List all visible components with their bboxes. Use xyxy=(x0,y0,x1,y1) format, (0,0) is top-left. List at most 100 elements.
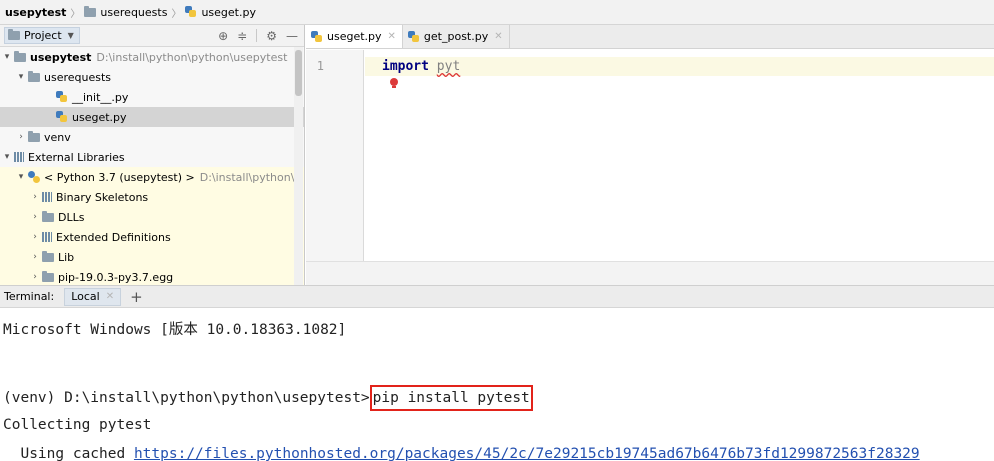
editor-tab-bar: useget.py ✕ get_post.py ✕ xyxy=(306,25,994,49)
highlighted-command: pip install pytest xyxy=(369,385,533,411)
breadcrumb: usepytest 〉 userequests 〉 useget.py xyxy=(0,0,994,25)
library-icon xyxy=(42,232,52,242)
terminal-line-version: Microsoft Windows [版本 10.0.18363.1082] xyxy=(3,322,347,338)
code-line[interactable]: import pyt xyxy=(382,59,460,74)
chevron-right-icon[interactable]: › xyxy=(28,212,42,222)
tree-item-usepytest[interactable]: ▾ usepytest D:\install\python\python\use… xyxy=(0,47,304,67)
tab-get-post-py[interactable]: get_post.py ✕ xyxy=(403,25,510,48)
gear-icon[interactable]: ⚙ xyxy=(266,29,277,43)
tree-item-python-sdk[interactable]: ▾ < Python 3.7 (usepytest) > D:\install\… xyxy=(0,167,304,187)
python-icon xyxy=(28,171,40,183)
project-panel-header: Project ▼ ⊕ ≑ ⚙ — xyxy=(0,25,304,47)
chevron-down-icon: ▼ xyxy=(67,31,74,40)
folder-icon xyxy=(42,210,54,222)
tree-item-binary-skeletons[interactable]: › Binary Skeletons xyxy=(0,187,304,207)
tree-item-label: __init__.py xyxy=(72,90,129,104)
project-view-selector[interactable]: Project ▼ xyxy=(4,27,80,44)
tree-item-pip-egg[interactable]: › pip-19.0.3-py3.7.egg xyxy=(0,267,304,285)
code-unresolved-module: pyt xyxy=(436,59,461,74)
editor-gutter: 1 xyxy=(306,50,364,261)
tree-item-lib[interactable]: › Lib xyxy=(0,247,304,267)
chevron-right-icon[interactable]: › xyxy=(28,272,42,282)
tab-terminal-local[interactable]: Local ✕ xyxy=(64,287,122,306)
library-icon xyxy=(42,192,52,202)
chevron-down-icon[interactable]: ▾ xyxy=(14,172,28,182)
tree-item-label: userequests xyxy=(44,70,112,84)
terminal-line-collecting: Collecting pytest xyxy=(3,417,152,433)
tree-item-label: useget.py xyxy=(72,110,127,124)
tree-item-label: Lib xyxy=(58,250,75,264)
tree-item-label: venv xyxy=(44,130,71,144)
terminal-line-using-cached: Using cached https://files.pythonhosted.… xyxy=(3,446,920,461)
folder-icon xyxy=(14,50,26,62)
tree-item-userequests[interactable]: ▾ userequests xyxy=(0,67,304,87)
tree-item-label: Binary Skeletons xyxy=(56,190,149,204)
tree-item-extended-definitions[interactable]: › Extended Definitions xyxy=(0,227,304,247)
folder-icon xyxy=(28,130,40,142)
terminal-output[interactable]: Microsoft Windows [版本 10.0.18363.1082] (… xyxy=(0,308,994,461)
tree-item-external-libraries[interactable]: ▾ External Libraries xyxy=(0,147,304,167)
terminal-prompt: (venv) D:\install\python\python\usepytes… xyxy=(3,390,370,406)
folder-icon xyxy=(42,250,54,262)
code-editor[interactable]: 1 import pyt xyxy=(306,50,994,261)
chevron-right-icon: 〉 xyxy=(70,8,81,20)
tab-label: useget.py xyxy=(327,30,382,43)
tab-label: Local xyxy=(71,290,100,303)
breadcrumb-label: userequests xyxy=(100,5,168,19)
package-url-link[interactable]: https://files.pythonhosted.org/packages/… xyxy=(134,446,920,461)
add-terminal-icon[interactable]: + xyxy=(130,288,143,306)
tree-item-useget-py[interactable]: useget.py xyxy=(0,107,304,127)
folder-icon xyxy=(8,29,20,40)
python-file-icon xyxy=(311,30,323,43)
terminal-line-command: (venv) D:\install\python\python\usepytes… xyxy=(3,385,533,411)
tree-item-venv[interactable]: › venv xyxy=(0,127,304,147)
collapse-all-icon[interactable]: ≑ xyxy=(237,29,247,43)
python-file-icon xyxy=(56,91,68,103)
tree-item-label: pip-19.0.3-py3.7.egg xyxy=(58,270,174,284)
chevron-right-icon[interactable]: › xyxy=(28,232,42,242)
hide-panel-icon[interactable]: — xyxy=(286,29,298,43)
chevron-right-icon[interactable]: › xyxy=(28,192,42,202)
error-bulb-icon[interactable] xyxy=(390,78,398,88)
python-file-icon xyxy=(56,111,68,123)
chevron-right-icon[interactable]: › xyxy=(28,252,42,262)
locate-icon[interactable]: ⊕ xyxy=(218,29,228,43)
chevron-down-icon[interactable]: ▾ xyxy=(14,72,28,82)
breadcrumb-label: useget.py xyxy=(201,5,256,19)
tree-item-label: DLLs xyxy=(58,210,85,224)
tree-item-init-py[interactable]: __init__.py xyxy=(0,87,304,107)
breadcrumb-item-file[interactable]: useget.py xyxy=(185,0,256,24)
project-panel-title: Project xyxy=(24,29,62,42)
tree-item-label: External Libraries xyxy=(28,150,125,164)
tree-item-dlls[interactable]: › DLLs xyxy=(0,207,304,227)
tree-item-path: D:\install\python\p xyxy=(199,170,302,184)
folder-icon xyxy=(84,5,97,17)
library-icon xyxy=(14,152,24,162)
python-file-icon xyxy=(407,30,420,43)
project-tree: ▾ usepytest D:\install\python\python\use… xyxy=(0,47,304,285)
close-icon[interactable]: ✕ xyxy=(388,31,396,42)
folder-icon xyxy=(42,270,54,282)
breadcrumb-label: usepytest xyxy=(5,5,67,19)
chevron-down-icon[interactable]: ▾ xyxy=(0,152,14,162)
tree-item-path: D:\install\python\python\usepytest xyxy=(96,50,288,64)
terminal-header: Terminal: Local ✕ + xyxy=(0,285,994,308)
close-icon[interactable]: ✕ xyxy=(106,291,114,302)
close-icon[interactable]: ✕ xyxy=(494,31,502,42)
tree-item-label: usepytest xyxy=(30,50,92,64)
breadcrumb-item-project[interactable]: usepytest xyxy=(5,0,66,24)
tab-useget-py[interactable]: useget.py ✕ xyxy=(306,25,403,48)
editor-breadcrumb-bar xyxy=(306,261,994,285)
line-number: 1 xyxy=(316,59,324,73)
chevron-down-icon[interactable]: ▾ xyxy=(0,52,14,62)
chevron-right-icon[interactable]: › xyxy=(14,132,28,142)
breadcrumb-item-folder[interactable]: userequests xyxy=(84,0,167,24)
scrollbar-thumb[interactable] xyxy=(295,50,302,96)
tab-label: get_post.py xyxy=(423,30,489,43)
folder-icon xyxy=(28,70,40,82)
code-keyword: import xyxy=(382,59,429,74)
python-file-icon xyxy=(185,6,197,18)
chevron-right-icon: 〉 xyxy=(171,8,182,20)
project-scrollbar[interactable] xyxy=(294,47,303,285)
tree-item-label: Extended Definitions xyxy=(56,230,171,244)
